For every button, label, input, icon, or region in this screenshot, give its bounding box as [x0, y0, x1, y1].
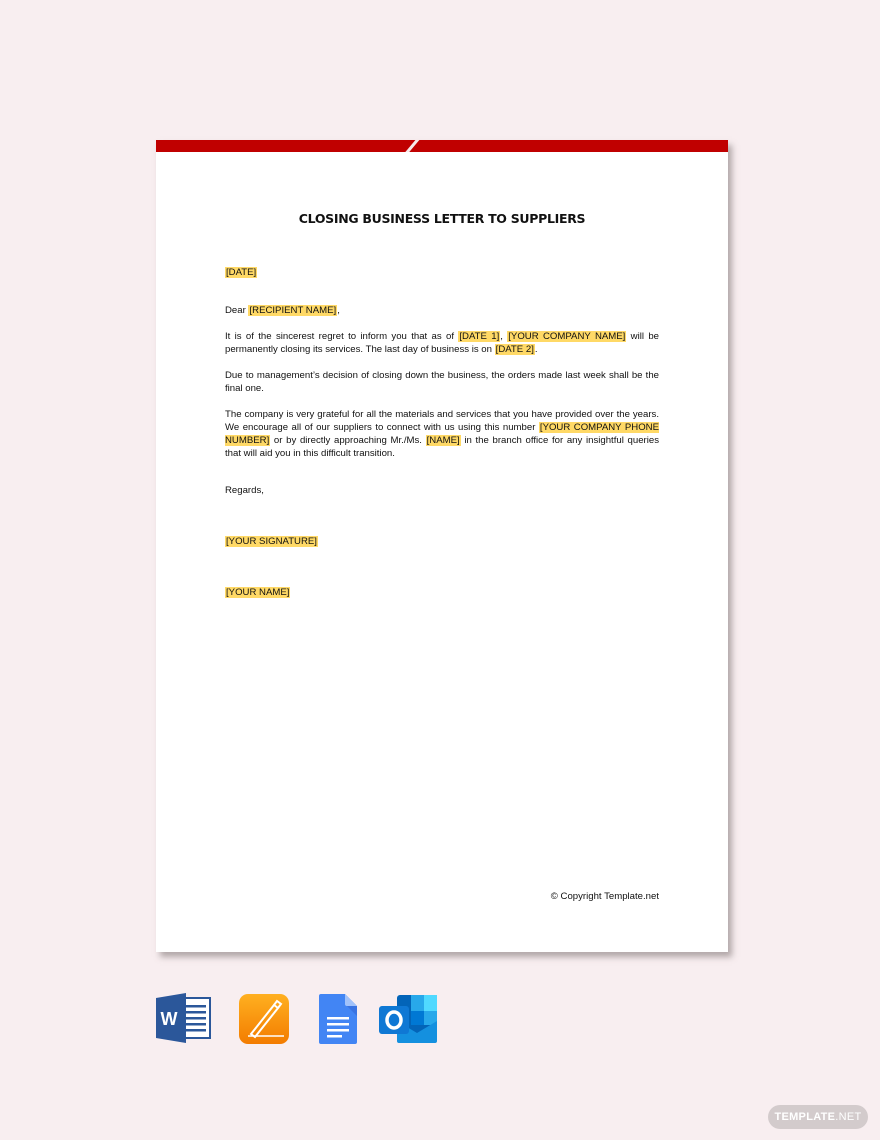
company-name-placeholder: [YOUR COMPANY NAME]	[507, 331, 627, 342]
header-accent-bar	[156, 140, 728, 152]
signature-placeholder: [YOUR SIGNATURE]	[225, 536, 318, 547]
template-net-watermark[interactable]: TEMPLATE.NET	[768, 1105, 868, 1129]
signature-line: [YOUR SIGNATURE]	[225, 535, 659, 548]
accent-slash	[403, 140, 420, 152]
date-placeholder: [DATE]	[225, 267, 258, 278]
contact-name-placeholder: [NAME]	[425, 435, 461, 446]
document-title: CLOSING BUSINESS LETTER TO SUPPLIERS	[298, 211, 586, 226]
copyright-notice: © Copyright Template.net	[550, 891, 659, 902]
recipient-placeholder: [RECIPIENT NAME]	[248, 305, 338, 316]
apple-pages-icon[interactable]	[238, 993, 290, 1045]
salutation: Dear [RECIPIENT NAME],	[225, 305, 340, 316]
letter-page: CLOSING BUSINESS LETTER TO SUPPLIERS [DA…	[156, 140, 728, 952]
microsoft-word-icon[interactable]: W	[156, 993, 211, 1043]
date-line: [DATE]	[225, 266, 659, 279]
date1-placeholder: [DATE 1]	[458, 331, 501, 342]
paragraph-gratitude: The company is very grateful for all the…	[225, 409, 659, 459]
date2-placeholder: [DATE 2]	[494, 344, 535, 355]
outlook-icon[interactable]	[379, 993, 439, 1045]
closing-line: Regards,	[225, 485, 264, 496]
name-line: [YOUR NAME]	[225, 586, 659, 599]
google-docs-icon[interactable]	[318, 993, 358, 1045]
name-placeholder: [YOUR NAME]	[225, 587, 291, 598]
svg-text:W: W	[161, 1009, 178, 1029]
paragraph-orders: Due to management’s decision of closing …	[225, 370, 659, 394]
paragraph-closing-notice: It is of the sincerest regret to inform …	[225, 331, 659, 355]
